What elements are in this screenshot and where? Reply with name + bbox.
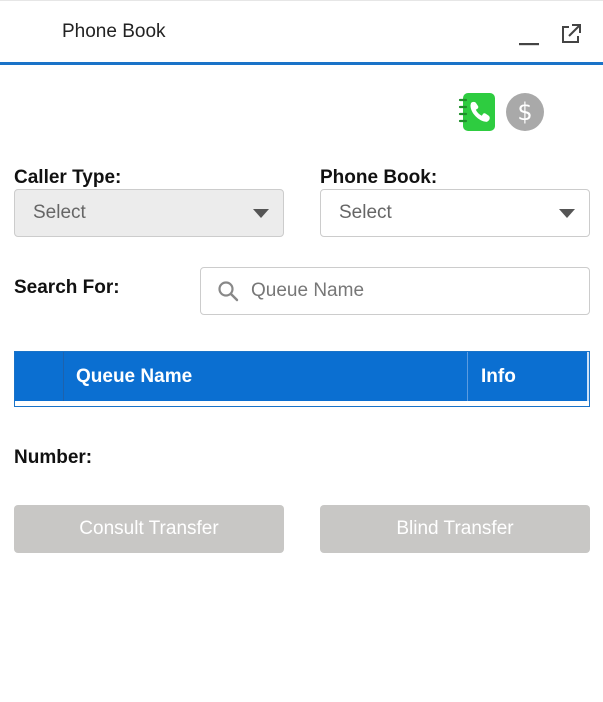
caller-type-value: Select — [33, 202, 86, 223]
phone-book-value: Select — [339, 202, 392, 223]
column-divider — [467, 352, 468, 401]
queue-table: Queue Name Info — [14, 351, 590, 407]
select-column-header — [15, 352, 64, 401]
table-scroll-edge — [587, 352, 589, 401]
blind-transfer-button[interactable]: Blind Transfer — [320, 505, 590, 553]
phone-book-select[interactable]: Select — [320, 189, 590, 237]
search-icon — [218, 281, 239, 302]
phone-book-label: Phone Book: — [320, 167, 438, 188]
search-field[interactable] — [200, 267, 590, 315]
caller-type-label: Caller Type: — [14, 167, 122, 188]
caller-type-select[interactable]: Select — [14, 189, 284, 237]
dollar-glyph: $ — [517, 98, 533, 126]
chevron-down-icon — [559, 208, 575, 218]
consult-transfer-button[interactable]: Consult Transfer — [14, 505, 284, 553]
chevron-down-icon — [253, 208, 269, 218]
column-header-queue-name[interactable]: Queue Name — [76, 366, 192, 388]
column-header-info[interactable]: Info — [481, 366, 516, 388]
search-for-label: Search For: — [14, 277, 120, 298]
window-title: Phone Book — [62, 21, 166, 42]
search-input[interactable] — [249, 279, 589, 303]
dollar-icon[interactable]: $ — [506, 93, 544, 131]
window-header: Phone Book — [0, 0, 603, 65]
minimize-icon[interactable] — [518, 27, 540, 47]
external-link-icon[interactable] — [560, 23, 582, 45]
phone-book-icon[interactable] — [458, 92, 496, 132]
table-header: Queue Name Info — [15, 352, 589, 401]
number-label: Number: — [14, 447, 93, 468]
